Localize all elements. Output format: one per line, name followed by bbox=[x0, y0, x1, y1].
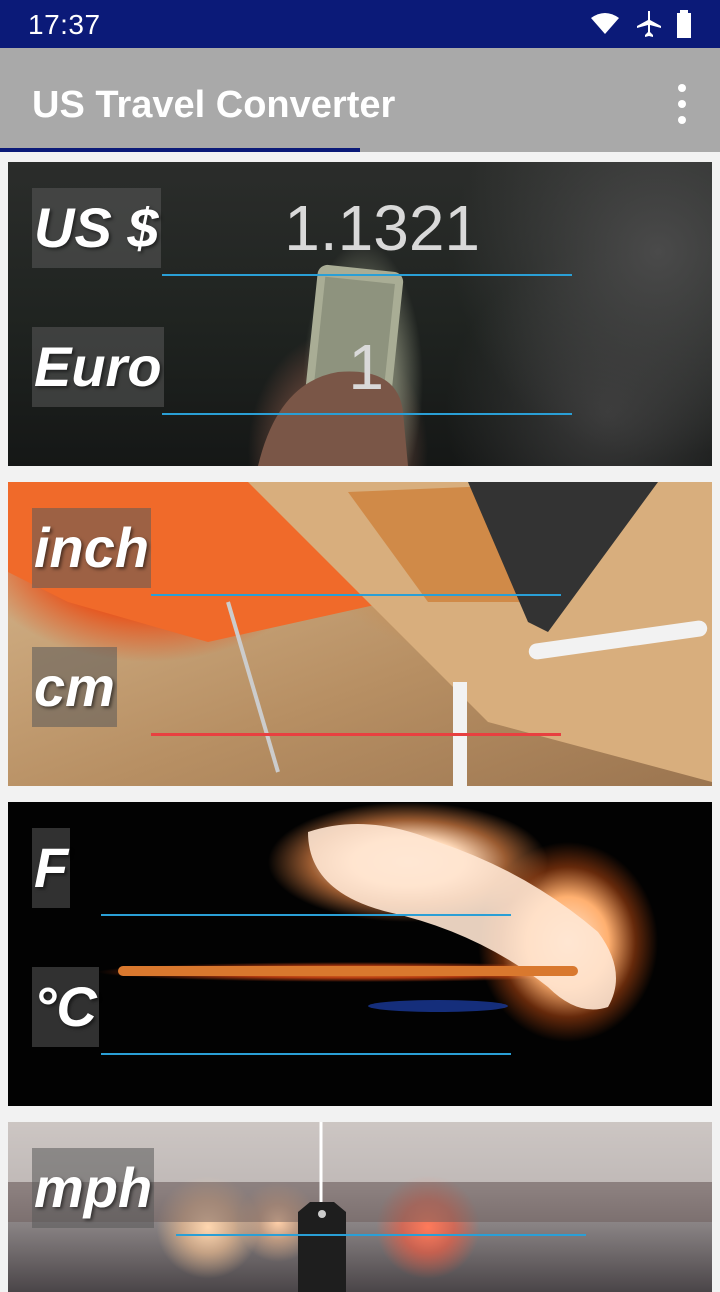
euro-label: Euro bbox=[32, 327, 164, 407]
inch-input-underline bbox=[151, 594, 561, 596]
usd-input[interactable]: 1.1321 bbox=[162, 188, 480, 268]
fahrenheit-input-underline bbox=[101, 914, 511, 916]
currency-card: US $ 1.1321 Euro 1 bbox=[8, 162, 712, 466]
usd-label: US $ bbox=[32, 188, 161, 268]
celsius-input-underline bbox=[101, 1053, 511, 1055]
celsius-label: °C bbox=[32, 967, 99, 1047]
mph-input-underline bbox=[176, 1234, 586, 1236]
status-time: 17:37 bbox=[28, 9, 101, 40]
inch-label: inch bbox=[32, 508, 152, 588]
length-card: inch cm bbox=[8, 482, 712, 786]
match-flame-photo bbox=[118, 824, 616, 1012]
overflow-menu-icon[interactable] bbox=[672, 84, 692, 124]
usd-input-underline bbox=[162, 274, 572, 276]
status-bar: 17:37 bbox=[0, 0, 720, 48]
app-bar: US Travel Converter bbox=[0, 48, 720, 152]
euro-input-underline bbox=[162, 413, 572, 415]
airplane-icon bbox=[637, 11, 661, 37]
cm-input-underline bbox=[151, 733, 561, 736]
status-icons bbox=[590, 10, 692, 38]
temperature-card: F °C bbox=[8, 802, 712, 1106]
fahrenheit-label: F bbox=[32, 828, 71, 908]
wifi-icon bbox=[591, 13, 619, 34]
cm-label: cm bbox=[32, 647, 117, 727]
tab-indicator bbox=[0, 148, 360, 152]
app-title: US Travel Converter bbox=[32, 84, 396, 126]
speed-card: mph bbox=[8, 1122, 712, 1292]
euro-input[interactable]: 1 bbox=[162, 327, 384, 407]
mph-label: mph bbox=[32, 1148, 155, 1228]
battery-icon bbox=[677, 10, 691, 38]
